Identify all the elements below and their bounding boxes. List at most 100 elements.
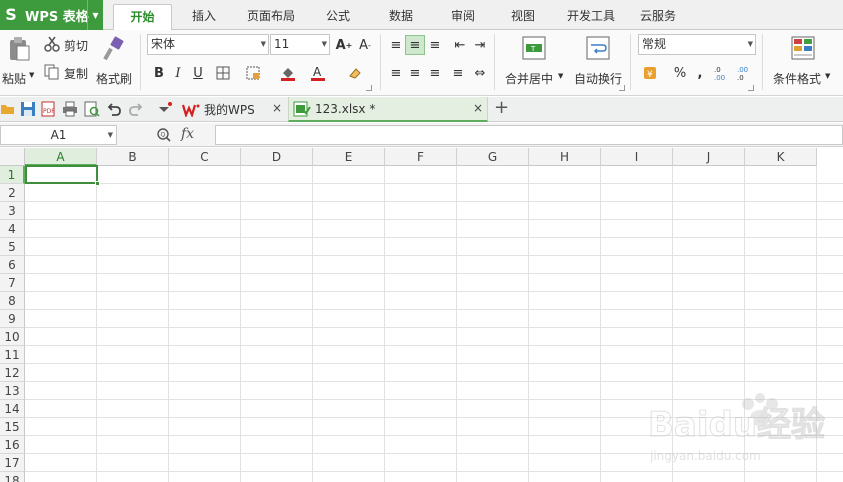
row-header-14[interactable]: 14 (0, 400, 25, 418)
column-header-e[interactable]: E (313, 148, 385, 166)
align-bottom-button[interactable]: ≡ (425, 35, 445, 55)
conditional-format-button[interactable]: 条件格式 ▼ (770, 34, 836, 92)
customize-toolbar-icon[interactable] (156, 101, 172, 117)
font-color-button[interactable]: A (308, 63, 328, 83)
tab-formulas[interactable]: 公式 (315, 4, 361, 30)
number-format-select[interactable]: 常规 ▼ (638, 34, 756, 55)
wrap-text-button[interactable]: 自动换行 (570, 34, 625, 92)
column-header-b[interactable]: B (97, 148, 169, 166)
open-folder-icon[interactable] (0, 101, 16, 117)
row-header-2[interactable]: 2 (0, 184, 25, 202)
doc-tab-my-wps[interactable]: 我的WPS × (178, 97, 288, 122)
zoom-search-icon[interactable]: Q (156, 127, 172, 143)
print-icon[interactable] (62, 101, 78, 117)
row-header-16[interactable]: 16 (0, 436, 25, 454)
font-size-select[interactable]: 11 ▼ (270, 34, 330, 55)
number-dialog-launcher[interactable] (748, 85, 754, 91)
row-header-13[interactable]: 13 (0, 382, 25, 400)
name-box[interactable]: A1 ▼ (0, 125, 117, 145)
distributed-align-button[interactable]: ⇔ (470, 63, 490, 83)
row-header-17[interactable]: 17 (0, 454, 25, 472)
align-center-button[interactable]: ≡ (405, 63, 425, 83)
column-header-k[interactable]: K (745, 148, 817, 166)
tab-insert[interactable]: 插入 (180, 4, 228, 30)
decrease-decimal-button[interactable]: .00.0 (735, 63, 755, 83)
bold-button[interactable]: B (149, 63, 169, 83)
close-tab-icon[interactable]: × (473, 101, 483, 115)
chevron-down-icon[interactable]: ▼ (108, 126, 113, 144)
select-all-corner[interactable] (0, 148, 25, 166)
align-middle-button[interactable]: ≡ (405, 35, 425, 55)
font-name-select[interactable]: 宋体 ▼ (147, 34, 269, 55)
currency-button[interactable]: ¥ (640, 63, 664, 83)
tab-review[interactable]: 审阅 (440, 4, 486, 30)
decrease-font-size-button[interactable]: A- (355, 35, 375, 55)
borders-button[interactable] (213, 63, 233, 83)
fill-handle[interactable] (95, 181, 100, 186)
column-header-j[interactable]: J (673, 148, 745, 166)
undo-icon[interactable] (106, 101, 122, 117)
underline-button[interactable]: U (188, 63, 208, 83)
app-menu-dropdown-icon[interactable]: ▼ (87, 0, 103, 30)
increase-indent-button[interactable]: ⇥ (470, 35, 490, 55)
row-header-10[interactable]: 10 (0, 328, 25, 346)
print-preview-icon[interactable] (84, 101, 100, 117)
row-header-3[interactable]: 3 (0, 202, 25, 220)
column-header-c[interactable]: C (169, 148, 241, 166)
align-left-button[interactable]: ≡ (386, 63, 406, 83)
align-right-button[interactable]: ≡ (425, 63, 445, 83)
row-header-9[interactable]: 9 (0, 310, 25, 328)
tab-page-layout[interactable]: 页面布局 (240, 4, 302, 30)
column-header-f[interactable]: F (385, 148, 457, 166)
app-menu-button[interactable]: S WPS 表格 ▼ (0, 0, 103, 30)
italic-button[interactable]: I (168, 63, 188, 83)
export-pdf-icon[interactable]: PDF (40, 101, 56, 117)
tab-view[interactable]: 视图 (500, 4, 546, 30)
redo-icon[interactable] (128, 101, 144, 117)
clear-format-button[interactable] (345, 63, 365, 83)
row-header-4[interactable]: 4 (0, 220, 25, 238)
tab-developer[interactable]: 开发工具 (562, 4, 620, 30)
column-header-i[interactable]: I (601, 148, 673, 166)
paste-dropdown-icon[interactable]: ▼ (29, 71, 34, 79)
row-header-5[interactable]: 5 (0, 238, 25, 256)
save-icon[interactable] (20, 101, 36, 117)
row-header-6[interactable]: 6 (0, 256, 25, 274)
row-header-15[interactable]: 15 (0, 418, 25, 436)
tab-home[interactable]: 开始 (113, 4, 172, 31)
justify-button[interactable]: ≡ (448, 63, 468, 83)
formula-input[interactable] (215, 125, 843, 145)
doc-tab-123-xlsx[interactable]: 123.xlsx * × (288, 97, 488, 122)
column-header-d[interactable]: D (241, 148, 313, 166)
percent-button[interactable]: % (670, 63, 690, 83)
active-cell-a1[interactable] (25, 165, 98, 184)
comma-style-button[interactable]: , (690, 63, 710, 83)
cut-button[interactable]: 剪切 (44, 35, 92, 55)
row-header-7[interactable]: 7 (0, 274, 25, 292)
increase-font-size-button[interactable]: A + (334, 35, 354, 55)
merge-center-button[interactable]: T 合并居中 ▼ (503, 34, 565, 92)
column-header-a[interactable]: A (25, 148, 97, 166)
fill-color-button[interactable] (278, 63, 298, 83)
row-header-1[interactable]: 1 (0, 166, 25, 184)
cell-style-button[interactable] (243, 63, 263, 83)
tab-cloud-services[interactable]: 云服务 (633, 4, 683, 30)
close-tab-icon[interactable]: × (272, 101, 282, 115)
new-tab-button[interactable]: + (494, 97, 509, 118)
row-header-11[interactable]: 11 (0, 346, 25, 364)
font-dialog-launcher[interactable] (366, 85, 372, 91)
row-header-18[interactable]: 18 (0, 472, 25, 482)
row-header-12[interactable]: 12 (0, 364, 25, 382)
alignment-dialog-launcher[interactable] (619, 85, 625, 91)
row-header-8[interactable]: 8 (0, 292, 25, 310)
column-header-h[interactable]: H (529, 148, 601, 166)
align-top-button[interactable]: ≡ (386, 35, 406, 55)
column-header-g[interactable]: G (457, 148, 529, 166)
format-painter-button[interactable]: 格式刷 (94, 34, 134, 92)
tab-data[interactable]: 数据 (378, 4, 424, 30)
insert-function-button[interactable]: fx (181, 126, 194, 142)
increase-decimal-button[interactable]: .0.00 (712, 63, 732, 83)
decrease-indent-button[interactable]: ⇤ (450, 35, 470, 55)
paste-button[interactable]: 粘贴 ▼ (2, 34, 38, 92)
copy-button[interactable]: 复制 (44, 63, 92, 83)
